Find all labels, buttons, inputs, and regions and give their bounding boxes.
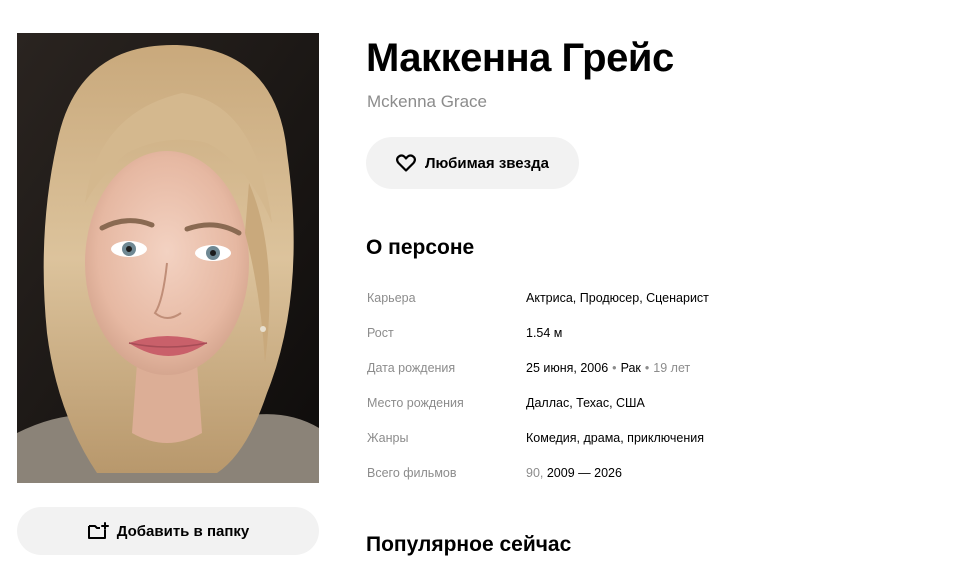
- info-row-genres: Жанры Комедия, драма, приключения: [367, 420, 887, 455]
- person-photo[interactable]: [17, 33, 319, 483]
- info-label: Карьера: [367, 290, 416, 305]
- separator-dot: •: [644, 360, 650, 375]
- person-page: Добавить в папку Маккенна Грейс Mckenna …: [0, 0, 978, 563]
- person-original-name: Mckenna Grace: [367, 92, 487, 111]
- info-label: Дата рождения: [367, 360, 456, 375]
- portrait-illustration: [17, 33, 319, 483]
- info-label: Рост: [367, 325, 394, 340]
- films-years-link[interactable]: 2009 — 2026: [547, 466, 622, 480]
- info-label: Жанры: [367, 430, 409, 445]
- add-to-folder-label: Добавить в папку: [116, 522, 250, 540]
- age-text: 19 лет: [653, 360, 691, 375]
- info-value[interactable]: Актриса, Продюсер, Сценарист: [526, 291, 709, 305]
- info-row-height: Рост 1.54 м: [367, 315, 887, 350]
- add-to-folder-button[interactable]: Добавить в папку: [17, 507, 319, 555]
- info-row-total-films: Всего фильмов 90, 2009 — 2026: [367, 455, 887, 490]
- info-row-career: Карьера Актриса, Продюсер, Сценарист: [367, 280, 887, 315]
- folder-add-icon: [87, 522, 109, 540]
- info-label: Место рождения: [367, 395, 464, 410]
- heart-icon: [396, 154, 417, 172]
- birth-date-link[interactable]: 25 июня, 2006: [526, 361, 608, 375]
- info-value: 1.54 м: [526, 325, 563, 340]
- info-value: 25 июня, 2006 • Рак • 19 лет: [526, 361, 690, 375]
- info-row-birth-date: Дата рождения 25 июня, 2006 • Рак • 19 лет: [367, 350, 887, 385]
- zodiac-sign-link[interactable]: Рак: [621, 361, 641, 375]
- popular-section-title: Популярное сейчас: [366, 533, 572, 556]
- favorite-star-button[interactable]: Любимая звезда: [366, 137, 579, 189]
- info-row-birth-place: Место рождения Даллас, Техас, США: [367, 385, 887, 420]
- about-section-title: О персоне: [366, 236, 475, 259]
- info-value[interactable]: Даллас, Техас, США: [526, 396, 645, 410]
- comma: ,: [539, 465, 547, 480]
- separator-dot: •: [612, 360, 617, 375]
- info-value[interactable]: Комедия, драма, приключения: [526, 431, 704, 445]
- about-info-table: Карьера Актриса, Продюсер, Сценарист Рос…: [367, 280, 887, 490]
- person-name: Маккенна Грейс: [366, 36, 674, 80]
- info-value: 90, 2009 — 2026: [526, 466, 622, 480]
- favorite-star-label: Любимая звезда: [425, 154, 549, 172]
- films-count: 90: [526, 465, 540, 480]
- info-label: Всего фильмов: [367, 465, 457, 480]
